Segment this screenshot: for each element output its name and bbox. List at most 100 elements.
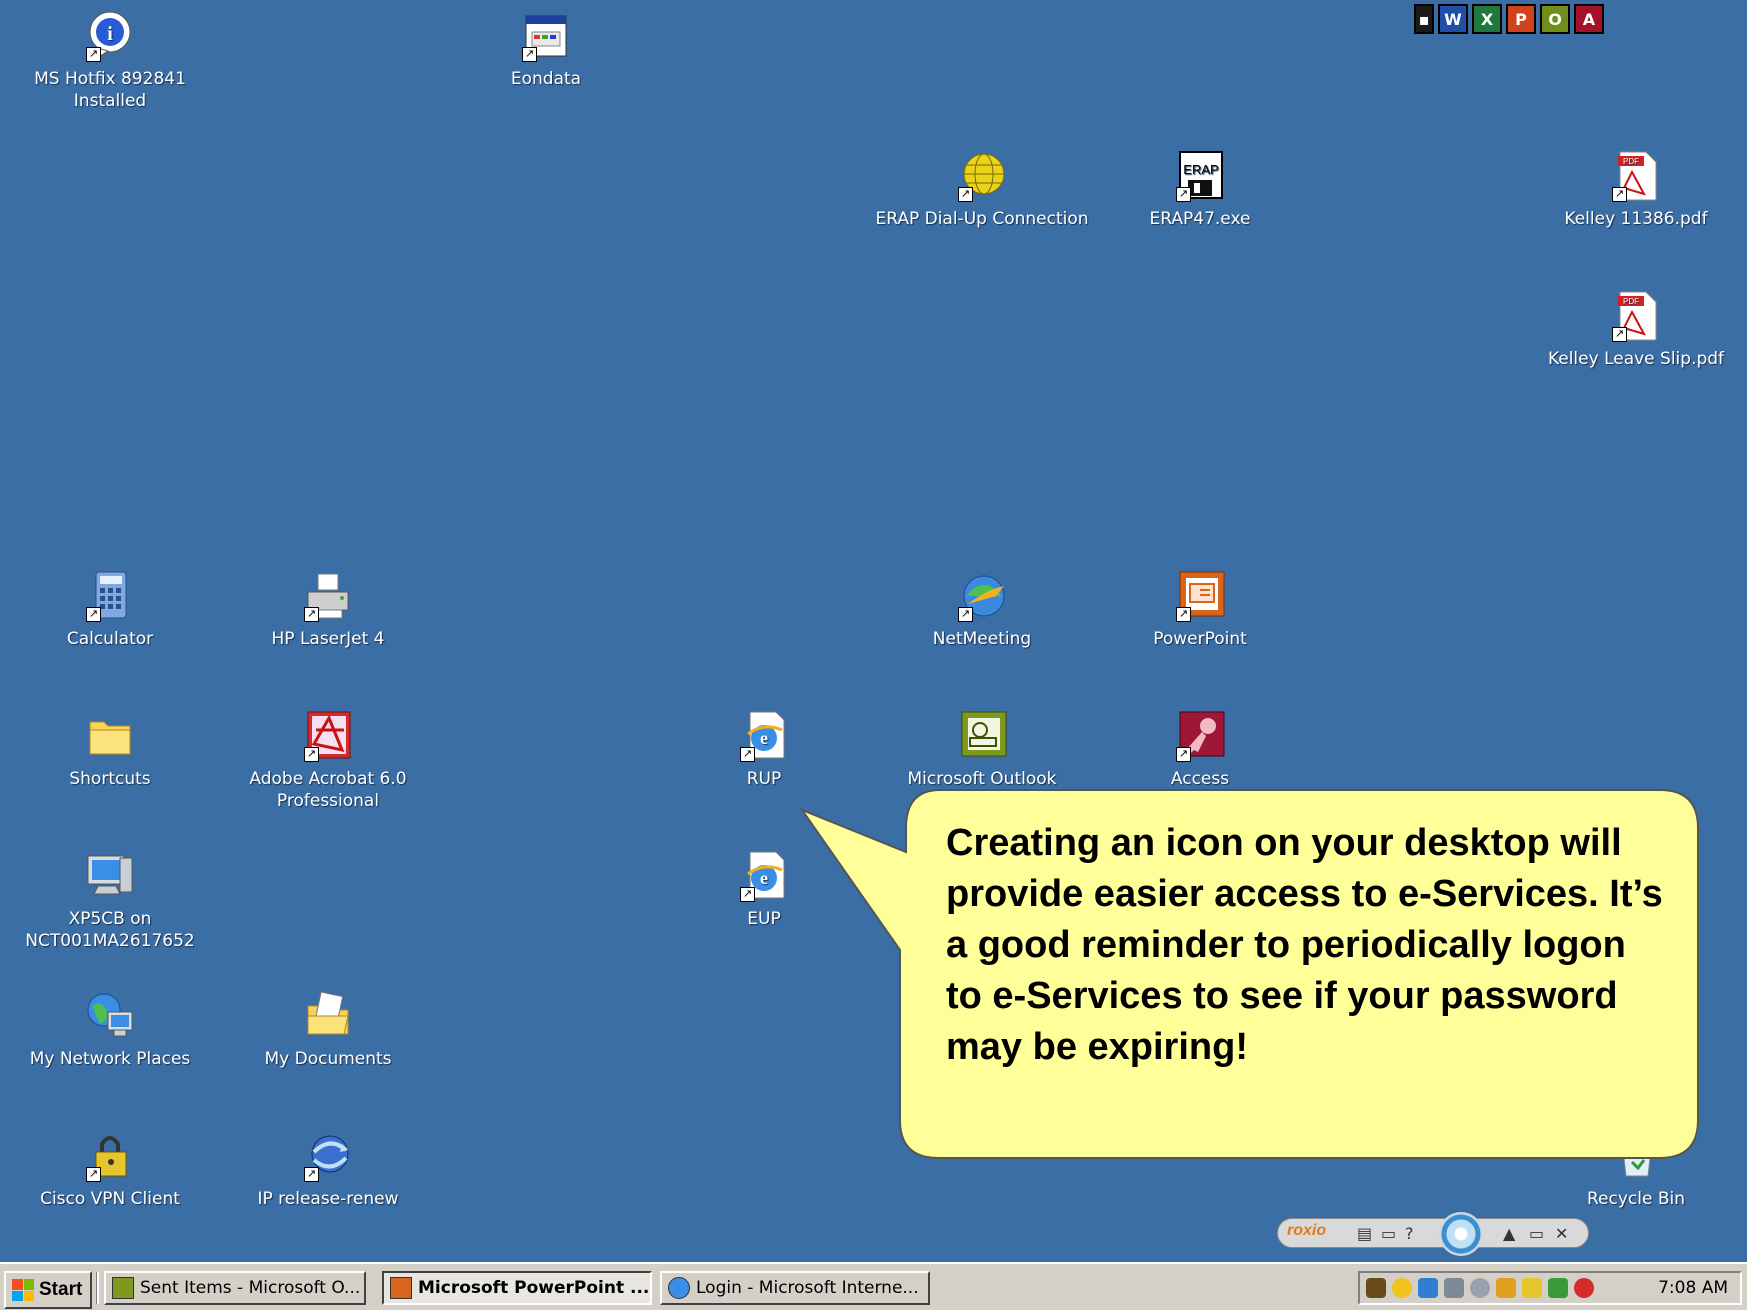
documents-folder-icon <box>302 990 354 1042</box>
ie-icon <box>668 1277 690 1299</box>
icon-my-documents[interactable]: My Documents <box>238 990 418 1070</box>
icon-eup[interactable]: e ↗ EUP <box>674 850 854 930</box>
alert-icon[interactable] <box>1574 1278 1594 1298</box>
icon-access[interactable]: ↗ Access <box>1110 710 1290 790</box>
icon-xp5cb[interactable]: XP5CB on NCT001MA2617652 <box>20 850 200 952</box>
window-app-icon: ↗ <box>520 10 572 62</box>
icon-erap-dialup[interactable]: ↗ ERAP Dial-Up Connection <box>872 150 1092 230</box>
powerpoint-icon <box>390 1277 412 1299</box>
icon-rup[interactable]: e ↗ RUP <box>674 710 854 790</box>
shield-icon[interactable] <box>1548 1278 1568 1298</box>
word-icon[interactable]: W <box>1438 4 1468 34</box>
start-button[interactable]: Start <box>4 1271 93 1309</box>
svg-text:e: e <box>760 868 768 888</box>
icon-label: My Documents <box>264 1049 392 1069</box>
netmeeting-icon: ↗ <box>956 570 1008 622</box>
task-login-ie[interactable]: Login - Microsoft Interne... <box>660 1271 930 1305</box>
icon-netmeeting[interactable]: ↗ NetMeeting <box>892 570 1072 650</box>
svg-text:ERAP: ERAP <box>1183 162 1218 177</box>
icon-label: MS Hotfix 892841 Installed <box>34 69 186 111</box>
task-label: Login - Microsoft Interne... <box>696 1278 919 1298</box>
icon-label: My Network Places <box>29 1049 191 1069</box>
status-icon[interactable] <box>1392 1278 1412 1298</box>
icon-label: HP LaserJet 4 <box>271 629 385 649</box>
office-icon[interactable]: ▪ <box>1414 4 1434 34</box>
icon-label: Shortcuts <box>69 769 151 789</box>
roxio-logo: roxio <box>1287 1222 1327 1239</box>
icon-ip-release[interactable]: ↗ IP release-renew <box>238 1130 418 1210</box>
restore-icon[interactable]: ▭ <box>1529 1224 1544 1243</box>
icon-label: Calculator <box>66 629 154 649</box>
icon-label: Kelley 11386.pdf <box>1564 209 1708 229</box>
key-icon[interactable] <box>1522 1278 1542 1298</box>
icon-network-places[interactable]: My Network Places <box>20 990 200 1070</box>
folder-icon[interactable]: ▭ <box>1381 1224 1396 1243</box>
folder-icon <box>84 710 136 762</box>
pdf-icon: PDF ↗ <box>1610 290 1662 342</box>
outlook-icon[interactable]: O <box>1540 4 1570 34</box>
icon-hp-laserjet[interactable]: ↗ HP LaserJet 4 <box>238 570 418 650</box>
callout-text: Creating an icon on your desktop will pr… <box>946 822 1663 1068</box>
pencil-icon[interactable] <box>1496 1278 1516 1298</box>
network-icon[interactable] <box>1418 1278 1438 1298</box>
icon-erap47[interactable]: ERAP ↗ ERAP47.exe <box>1110 150 1290 230</box>
icon-ms-hotfix[interactable]: i ↗ MS Hotfix 892841 Installed <box>20 10 200 112</box>
clock: 7:08 AM <box>1658 1278 1728 1298</box>
powerpoint-icon: ↗ <box>1174 570 1226 622</box>
icon-label: NetMeeting <box>932 629 1032 649</box>
task-label: Microsoft PowerPoint ... <box>418 1278 650 1298</box>
svg-text:e: e <box>760 728 768 748</box>
settings-icon[interactable] <box>1470 1278 1490 1298</box>
close-icon[interactable]: ✕ <box>1555 1224 1568 1243</box>
taskbar: Start Sent Items - Microsoft O... Micros… <box>0 1262 1747 1310</box>
icon-kelley-leave[interactable]: PDF ↗ Kelley Leave Slip.pdf <box>1546 290 1726 370</box>
access-icon[interactable]: A <box>1574 4 1604 34</box>
icon-eondata[interactable]: ↗ Eondata <box>456 10 636 90</box>
pdf-icon: PDF ↗ <box>1610 150 1662 202</box>
icon-label: ERAP47.exe <box>1149 209 1251 229</box>
powerpoint-icon[interactable]: P <box>1506 4 1536 34</box>
outlook-icon <box>112 1277 134 1299</box>
quick-launch-toolbar: ▪ W X P O A <box>1414 4 1604 36</box>
ie-page-icon: e ↗ <box>738 850 790 902</box>
icon-calculator[interactable]: ↗ Calculator <box>20 570 200 650</box>
icon-kelley-11386[interactable]: PDF ↗ Kelley 11386.pdf <box>1546 150 1726 230</box>
help-icon[interactable]: ? <box>1405 1224 1414 1243</box>
icon-label: Cisco VPN Client <box>40 1189 180 1209</box>
monitor-icon[interactable] <box>1444 1278 1464 1298</box>
icon-label: IP release-renew <box>257 1189 399 1209</box>
taskbar-separator <box>96 1272 99 1304</box>
lock-icon: ↗ <box>84 1130 136 1182</box>
system-tray: 7:08 AM <box>1358 1271 1742 1305</box>
icon-label: PowerPoint <box>1153 629 1247 649</box>
floppy-icon: ERAP ↗ <box>1174 150 1226 202</box>
task-sent-items[interactable]: Sent Items - Microsoft O... <box>104 1271 366 1305</box>
icon-powerpoint[interactable]: ↗ PowerPoint <box>1110 570 1290 650</box>
outlook-icon <box>956 710 1008 762</box>
eject-icon[interactable]: ▲ <box>1503 1224 1515 1243</box>
excel-icon[interactable]: X <box>1472 4 1502 34</box>
calculator-icon: ↗ <box>84 570 136 622</box>
task-powerpoint[interactable]: Microsoft PowerPoint ... <box>382 1271 652 1305</box>
task-label: Sent Items - Microsoft O... <box>140 1278 361 1298</box>
svg-text:PDF: PDF <box>1623 297 1639 306</box>
acrobat-icon: ↗ <box>302 710 354 762</box>
icon-label: Kelley Leave Slip.pdf <box>1547 349 1725 369</box>
roxio-widget[interactable]: roxio ▤ ▭ ? ▲ ▭ ✕ <box>1277 1212 1589 1256</box>
printer-icon: ↗ <box>302 570 354 622</box>
icon-acrobat[interactable]: ↗ Adobe Acrobat 6.0 Professional <box>238 710 418 812</box>
icon-label: RUP <box>746 769 782 789</box>
list-icon[interactable]: ▤ <box>1357 1224 1372 1243</box>
disc-icon[interactable] <box>1439 1212 1483 1256</box>
icon-label: Recycle Bin <box>1586 1189 1685 1209</box>
icon-cisco-vpn[interactable]: ↗ Cisco VPN Client <box>20 1130 200 1210</box>
network-icon <box>84 990 136 1042</box>
icon-label: EUP <box>747 909 781 929</box>
windows-flag-icon <box>12 1279 34 1301</box>
icon-outlook[interactable]: Microsoft Outlook <box>892 710 1072 790</box>
icon-label: Microsoft Outlook <box>907 769 1057 789</box>
icon-shortcuts[interactable]: Shortcuts <box>20 710 200 790</box>
icon-recycle-bin[interactable]: Recycle Bin <box>1546 1130 1726 1210</box>
antivirus-icon[interactable] <box>1366 1278 1386 1298</box>
start-label: Start <box>39 1279 83 1300</box>
